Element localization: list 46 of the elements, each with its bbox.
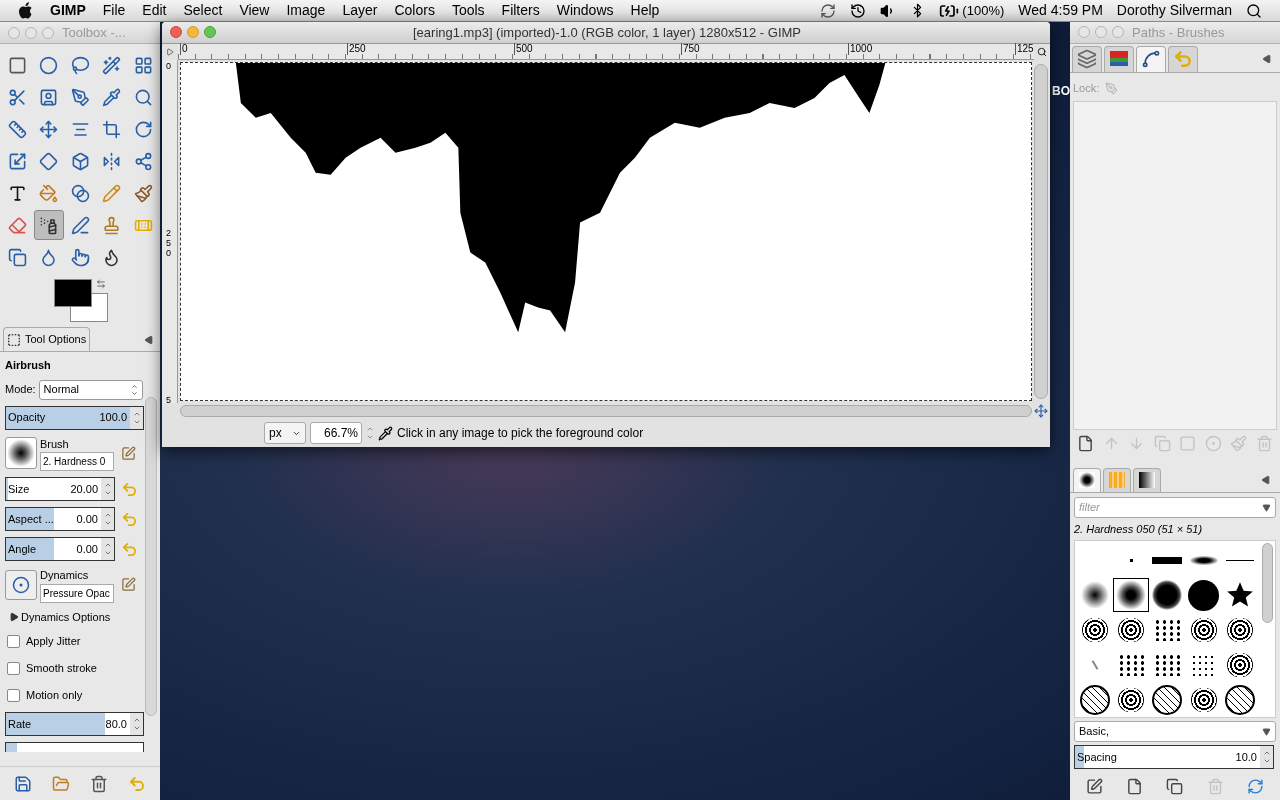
mode-dropdown[interactable]: Normal: [38, 379, 143, 400]
dynamics-name-field[interactable]: Pressure Opac: [40, 583, 114, 603]
menu-item[interactable]: Image: [286, 0, 326, 21]
menu-item[interactable]: View: [239, 0, 270, 21]
checkbox-option[interactable]: Apply Jitter: [7, 631, 145, 652]
app-menu[interactable]: GIMP: [50, 0, 86, 21]
brush-name: 2. Hardness 050 (51 × 51): [1074, 521, 1204, 537]
battery-percentage: (100%): [962, 1, 1005, 20]
brush-label: Brush: [40, 436, 70, 452]
user-name[interactable]: Dorothy Silverman: [1116, 0, 1232, 21]
window-title: [earing1.mp3] (imported)-1.0 (RGB color, 1 layer) 1280x512 - GIMP: [412, 23, 802, 42]
unit-dropdown[interactable]: px: [264, 422, 306, 445]
ruler-label: 250: [165, 228, 172, 259]
menu-item[interactable]: Filters: [501, 0, 540, 21]
ruler-label: 5: [165, 395, 172, 406]
menu-item[interactable]: Layer: [342, 0, 378, 21]
tool-name: Airbrush: [5, 358, 52, 373]
status-message: Click in any image to pick the foreground color: [397, 425, 644, 443]
mode-label: Mode:: [5, 382, 36, 398]
window-title: Toolbox -...: [62, 23, 126, 42]
ruler-label: 500: [514, 42, 533, 55]
ruler-label: 0: [165, 61, 172, 72]
zoom-field[interactable]: 66.7%: [310, 422, 362, 445]
menu-item[interactable]: Windows: [556, 0, 614, 21]
tag-dropdown[interactable]: Basic,: [1074, 721, 1276, 742]
ruler-label: 0: [180, 42, 188, 55]
brush-name-field[interactable]: 2. Hardness 0: [40, 452, 114, 471]
menu-item[interactable]: Help: [630, 0, 660, 21]
ruler-label: 125: [1015, 42, 1034, 55]
lock-label: Lock:: [1073, 81, 1100, 97]
tool-options-tab[interactable]: Tool Options: [3, 327, 91, 351]
ruler-label: 750: [681, 42, 700, 55]
ruler-label: 250: [347, 42, 366, 55]
menu-item[interactable]: Select: [183, 0, 223, 21]
menu-item[interactable]: Colors: [394, 0, 435, 21]
dynamics-options-expander[interactable]: Dynamics Options: [9, 608, 145, 625]
menu-item[interactable]: Edit: [142, 0, 167, 21]
window-title: Paths - Brushes: [1132, 23, 1225, 42]
dynamics-label: Dynamics: [40, 568, 90, 583]
desktop-label: BO: [1052, 83, 1070, 100]
menu-item[interactable]: File: [102, 0, 126, 21]
menu-item[interactable]: Tools: [451, 0, 485, 21]
checkbox-option[interactable]: Smooth stroke: [7, 658, 145, 679]
checkbox-option[interactable]: Motion only: [7, 685, 145, 706]
ruler-label: 1000: [848, 42, 873, 55]
clock[interactable]: Wed 4:59 PM: [1018, 0, 1103, 21]
